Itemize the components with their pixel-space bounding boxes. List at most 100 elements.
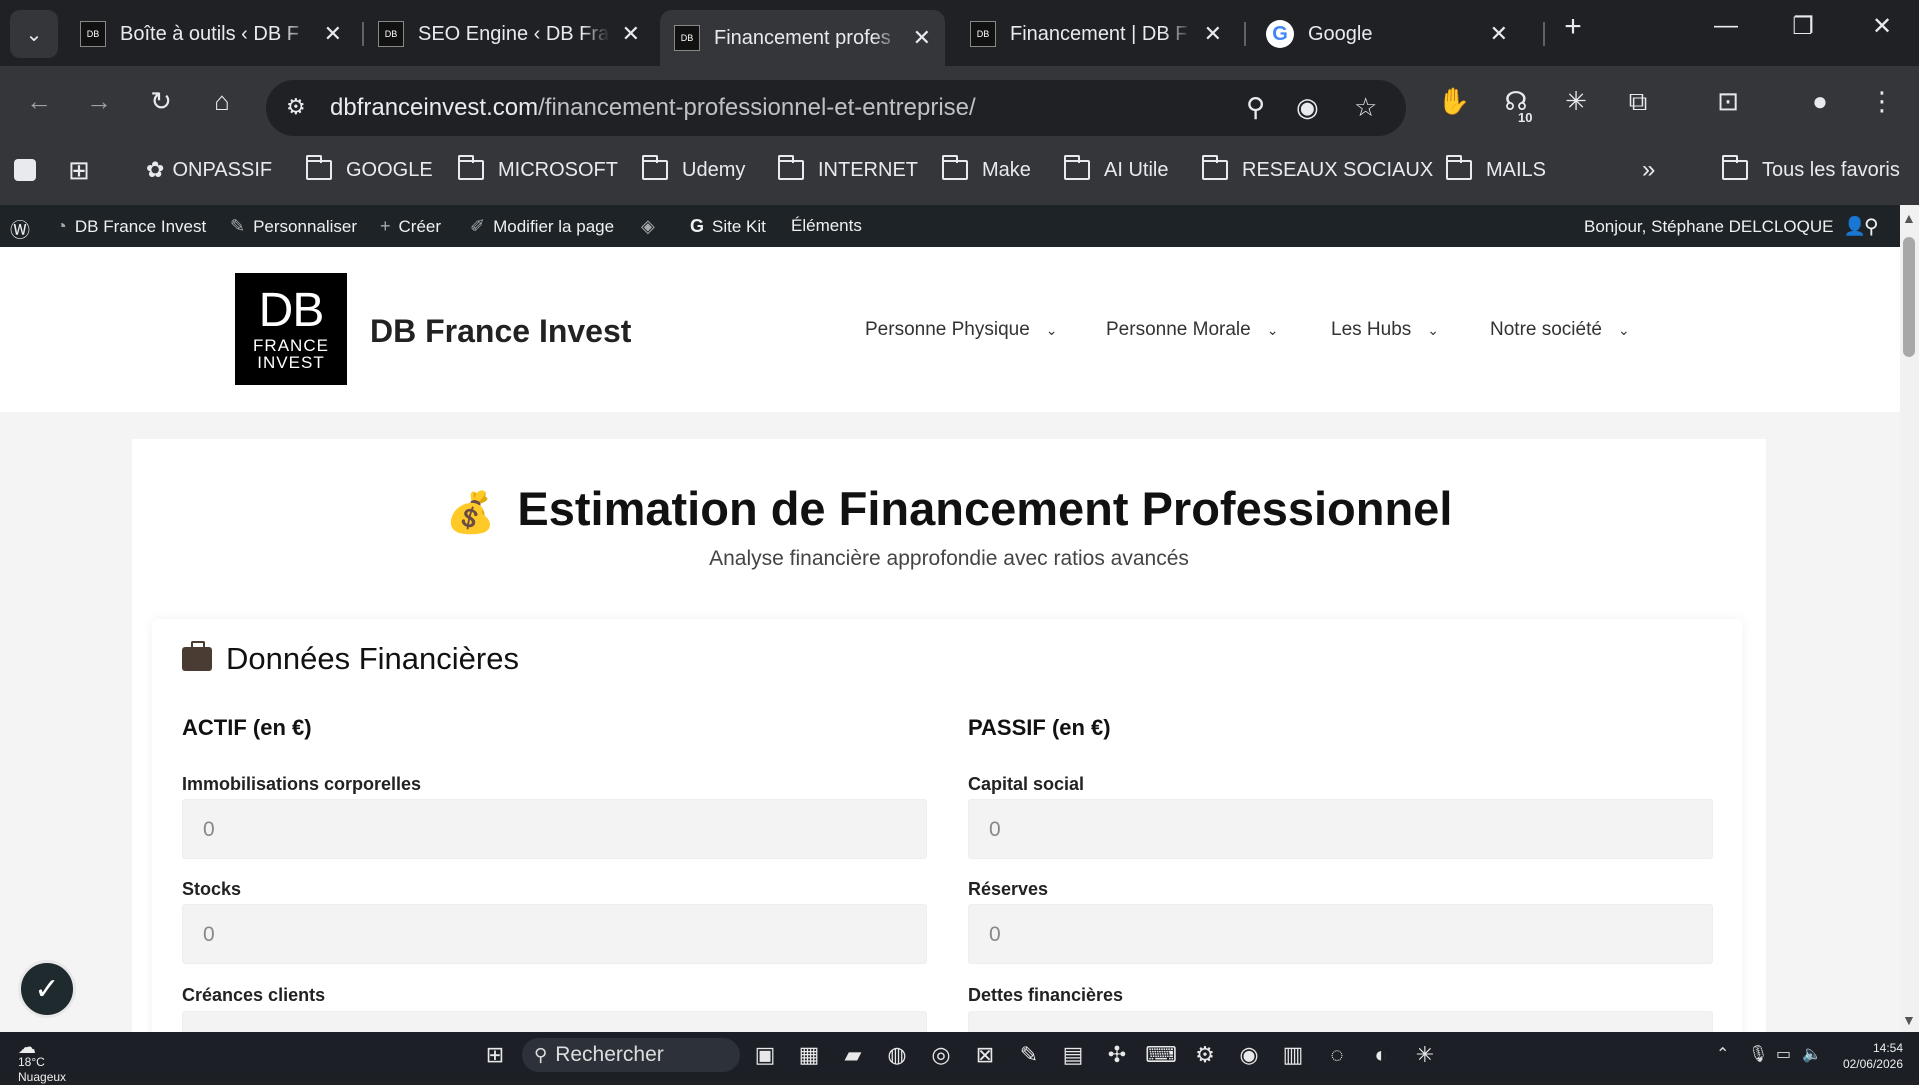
bookmark-folder-microsoft[interactable]: MICROSOFT	[457, 154, 618, 186]
close-icon[interactable]: ✕	[324, 21, 342, 47]
bookmark-star-icon[interactable]: ☆	[1354, 92, 1377, 123]
nav-personne-physique[interactable]: Personne Physique ⌄	[865, 319, 1058, 341]
profile-icon[interactable]: ●	[1800, 86, 1840, 117]
tab-seo-engine[interactable]: DB SEO Engine ‹ DB Fra ✕	[364, 10, 654, 58]
wp-site-link[interactable]: ◔ DB France Invest	[56, 216, 206, 237]
tab-google[interactable]: G Google ✕	[1252, 10, 1522, 58]
reload-icon[interactable]: ↻	[141, 86, 181, 117]
weather-widget[interactable]: ☁ 18°C Nuageux	[18, 1038, 66, 1085]
system-clock[interactable]: 14:54 02/06/2026	[1843, 1040, 1903, 1072]
task-view-icon[interactable]: ▣	[748, 1042, 782, 1068]
bookmark-folder-mails[interactable]: MAILS	[1445, 154, 1546, 186]
folder-icon	[1445, 155, 1472, 180]
close-icon[interactable]: ✕	[913, 25, 931, 51]
tab-title: Financement profes	[714, 26, 891, 49]
volume-icon[interactable]: 🔈	[1802, 1044, 1822, 1064]
close-icon[interactable]: ✕	[1204, 21, 1222, 47]
apps-square-icon[interactable]	[14, 154, 36, 186]
eye-icon[interactable]: ◉	[1296, 92, 1319, 123]
more-bookmarks-icon[interactable]: »	[1642, 154, 1655, 186]
network-app-icon[interactable]: ✣	[1100, 1042, 1134, 1068]
hand-extension-icon[interactable]: ✋	[1434, 86, 1474, 117]
new-tab-button[interactable]: +	[1553, 10, 1593, 44]
editor-icon[interactable]: ✎	[1012, 1042, 1046, 1068]
bookmark-folder-make[interactable]: Make	[941, 154, 1031, 186]
bookmark-folder-google[interactable]: GOOGLE	[305, 154, 433, 186]
forward-icon[interactable]: →	[79, 86, 119, 117]
nav-personne-morale[interactable]: Personne Morale ⌄	[1106, 319, 1278, 341]
nav-notre-societe[interactable]: Notre société ⌄	[1490, 319, 1630, 341]
menu-kebab-icon[interactable]: ⋮	[1862, 86, 1902, 117]
bookmark-folder-internet[interactable]: INTERNET	[777, 154, 918, 186]
excel-icon[interactable]: ⊠	[968, 1042, 1002, 1068]
tab-financement[interactable]: DB Financement | DB F ✕	[956, 10, 1236, 58]
wp-account-link[interactable]: Bonjour, Stéphane DELCLOQUE 👤	[1584, 216, 1866, 237]
wp-elements-link[interactable]: Éléments	[791, 216, 862, 236]
chrome-active-icon[interactable]: ◉	[1232, 1042, 1266, 1068]
bookmark-folder-udemy[interactable]: Udemy	[641, 154, 745, 186]
file-explorer-icon[interactable]: ▰	[836, 1042, 870, 1068]
microphone-icon[interactable]: 🎙	[1748, 1044, 1768, 1064]
wordpress-logo-icon[interactable]: Ⓦ	[10, 214, 30, 243]
chrome-db-icon[interactable]: ◌	[1320, 1042, 1354, 1068]
spreadsheet-icon[interactable]: ▤	[1056, 1042, 1090, 1068]
browser-app-icon[interactable]: ◎	[924, 1042, 958, 1068]
screenshot-icon[interactable]: ⊡	[1708, 86, 1748, 117]
tab-boite-a-outils[interactable]: DB Boîte à outils ‹ DB F ✕	[66, 10, 356, 58]
input-immobilisations[interactable]: 0	[182, 799, 927, 859]
site-info-icon[interactable]: ⚙	[286, 94, 306, 120]
start-icon[interactable]: ⊞	[478, 1042, 512, 1068]
input-stocks[interactable]: 0	[182, 904, 927, 964]
back-icon[interactable]: ←	[19, 86, 59, 117]
input-creances-clients[interactable]	[182, 1011, 927, 1032]
bookmark-folder-ai-utile[interactable]: AI Utile	[1063, 154, 1168, 186]
search-icon[interactable]: ⚲	[1864, 214, 1879, 239]
close-icon[interactable]: ✕	[622, 21, 640, 47]
input-reserves[interactable]: 0	[968, 904, 1713, 964]
wp-new-link[interactable]: + Créer	[380, 216, 441, 237]
apps-grid-icon[interactable]: ⊞	[68, 154, 90, 186]
cookie-consent-button[interactable]: ✓	[18, 960, 76, 1018]
tab-financement-professionnel[interactable]: DB Financement profes ✕	[660, 10, 945, 66]
network-icon[interactable]: ▭	[1776, 1044, 1791, 1064]
restore-button[interactable]: ❐	[1783, 12, 1823, 41]
chrome-profile-icon[interactable]: ◍	[880, 1042, 914, 1068]
wp-edit-page-link[interactable]: ✐ Modifier la page	[470, 216, 614, 237]
notepad-icon[interactable]: ▥	[1276, 1042, 1310, 1068]
tray-chevron-icon[interactable]: ⌃	[1716, 1044, 1729, 1064]
extensions-icon[interactable]: ⧉	[1618, 86, 1658, 118]
spark-extension-icon[interactable]: ✳	[1556, 86, 1596, 117]
address-bar[interactable]: ⚙ dbfranceinvest.com/financement-profess…	[266, 80, 1406, 136]
google-g-icon: G	[690, 216, 705, 236]
all-bookmarks-folder[interactable]: Tous les favoris	[1721, 154, 1900, 186]
scroll-down-icon[interactable]: ▼	[1902, 1012, 1916, 1028]
bookmark-folder-reseaux-sociaux[interactable]: RESEAUX SOCIAUX	[1201, 154, 1433, 186]
taskbar-search[interactable]: ⚲ Rechercher	[522, 1038, 740, 1072]
edge-icon[interactable]: ◐	[1364, 1042, 1398, 1068]
settings-icon[interactable]: ⚙	[1188, 1042, 1222, 1068]
wp-sitekit-link[interactable]: G Site Kit	[690, 216, 766, 237]
input-dettes-financieres[interactable]	[968, 1011, 1713, 1032]
zoom-icon[interactable]: ⚲	[1246, 92, 1265, 123]
site-logo[interactable]: DB FRANCE INVEST	[235, 273, 347, 385]
tab-search-button[interactable]: ⌄	[10, 10, 58, 58]
diamond-plugin-icon[interactable]: ◈	[641, 216, 663, 237]
input-capital-social[interactable]: 0	[968, 799, 1713, 859]
spark-app-icon[interactable]: ✳	[1408, 1042, 1442, 1068]
terminal-icon[interactable]: ⌨	[1144, 1042, 1178, 1068]
nav-les-hubs[interactable]: Les Hubs ⌄	[1331, 319, 1439, 341]
label-immobilisations: Immobilisations corporelles	[182, 774, 422, 794]
scroll-up-icon[interactable]: ▲	[1902, 210, 1916, 226]
close-icon[interactable]: ✕	[1490, 21, 1508, 47]
minimize-button[interactable]: —	[1706, 12, 1746, 40]
calendar-app-icon[interactable]: ▦	[792, 1042, 826, 1068]
onpassif-icon: ✿	[146, 157, 165, 182]
scrollbar-thumb[interactable]	[1903, 237, 1915, 357]
close-window-button[interactable]: ✕	[1862, 12, 1902, 41]
ghost-extension-icon[interactable]: ☊ 10	[1496, 86, 1536, 125]
home-icon[interactable]: ⌂	[202, 86, 242, 117]
site-title[interactable]: DB France Invest	[370, 313, 631, 350]
url-text[interactable]: dbfranceinvest.com/financement-professio…	[330, 94, 976, 122]
bookmark-onpassif[interactable]: ✿ ONPASSIF	[146, 154, 272, 186]
wp-customize-link[interactable]: ✎ Personnaliser	[230, 216, 357, 237]
